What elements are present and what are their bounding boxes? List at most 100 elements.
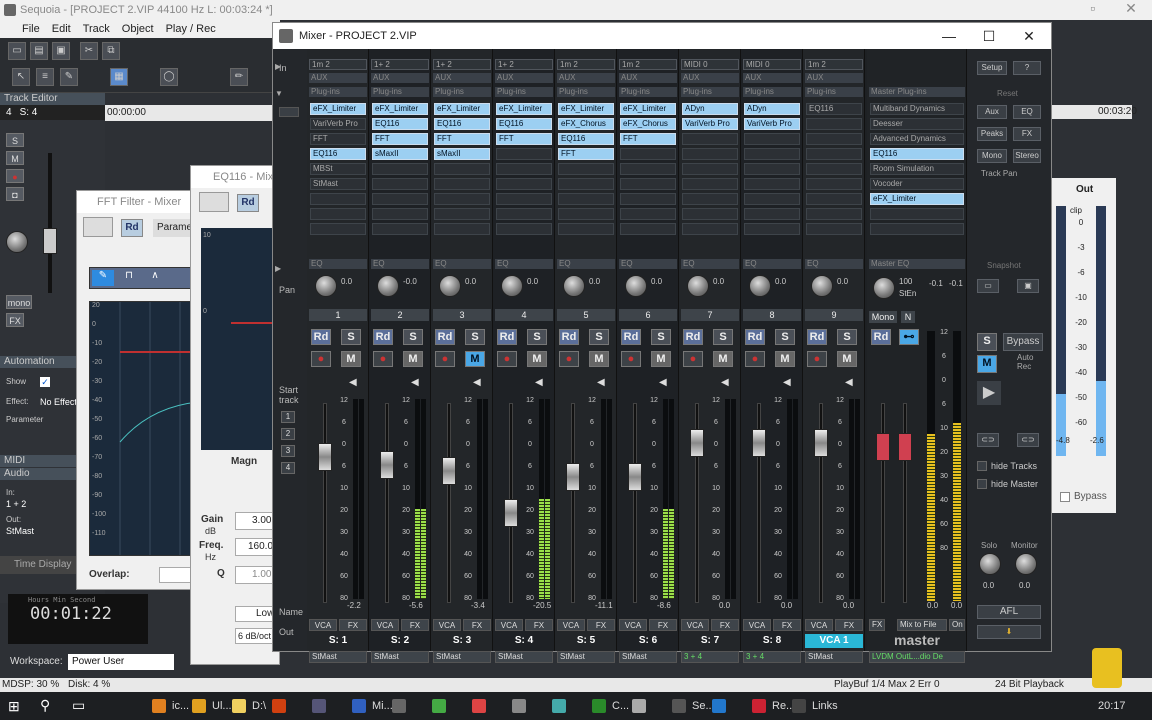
plugin-slot[interactable]	[372, 193, 428, 205]
input-select[interactable]: 1+ 2	[495, 59, 553, 70]
volume-fader[interactable]	[442, 457, 456, 485]
fx-button[interactable]: FX	[463, 619, 491, 631]
plugin-slot[interactable]: eFX_Limiter	[558, 103, 614, 115]
menu-track[interactable]: Track	[83, 20, 110, 38]
vca-button[interactable]: VCA	[309, 619, 337, 631]
aux-row[interactable]: AUX	[309, 73, 367, 83]
zoom-tool-icon[interactable]: ◯	[160, 68, 178, 86]
pan-knob[interactable]	[315, 275, 337, 297]
output-select[interactable]: 3 + 4	[743, 651, 801, 663]
master-n-button[interactable]: N	[901, 311, 915, 323]
track-solo-button[interactable]: S	[6, 133, 24, 147]
app-window-controls[interactable]: ▫ ✕	[1075, 0, 1152, 20]
plugin-slot[interactable]	[806, 133, 862, 145]
input-select[interactable]: MIDI 0	[681, 59, 739, 70]
maximize-icon[interactable]: ☐	[969, 23, 1009, 49]
start-icon[interactable]: ⊞	[8, 698, 24, 714]
plugin-slot[interactable]: FFT	[372, 133, 428, 145]
pointer-tool-icon[interactable]: ↖	[12, 68, 30, 86]
volume-fader[interactable]	[504, 499, 518, 527]
record-arm-button[interactable]: ●	[435, 351, 455, 367]
monitor-speaker-icon[interactable]: ◀	[349, 377, 357, 388]
master-plugin-slot[interactable]: Vocoder	[870, 178, 964, 190]
vca-button[interactable]: VCA	[495, 619, 523, 631]
plugin-slot[interactable]	[496, 223, 552, 235]
eq-button[interactable]: EQ	[1013, 105, 1041, 119]
output-select[interactable]: StMast	[433, 651, 491, 663]
taskbar-item[interactable]: Links	[790, 692, 838, 720]
eq-header[interactable]: EQ	[557, 259, 615, 269]
master-plugin-slot[interactable]	[870, 208, 964, 220]
plugins-header[interactable]: Plug-ins	[557, 87, 615, 97]
setup-button[interactable]: Setup	[977, 61, 1007, 75]
plugins-collapse-icon[interactable]: ▼	[275, 89, 283, 99]
plugin-slot[interactable]	[744, 208, 800, 220]
track-editor-header[interactable]: Track Editor	[0, 93, 105, 105]
input-select[interactable]: 1m 2	[309, 59, 367, 70]
master-output-select[interactable]: LVDM OutL...dio De	[869, 651, 965, 663]
plugin-slot[interactable]: ADyn	[682, 103, 738, 115]
plugin-slot[interactable]	[744, 193, 800, 205]
aux-row[interactable]: AUX	[743, 73, 801, 83]
eq-rd-button[interactable]: Rd	[237, 194, 259, 212]
plugin-slot[interactable]	[744, 133, 800, 145]
read-automation-button[interactable]: Rd	[559, 329, 579, 345]
track-volume-fader[interactable]	[43, 228, 57, 254]
restore-icon[interactable]: ▫	[1090, 0, 1095, 20]
fx-reset-button[interactable]: FX	[1013, 127, 1041, 141]
master-pan-mode[interactable]: StEn	[899, 289, 916, 298]
plugins-header[interactable]: Plug-ins	[805, 87, 863, 97]
plugin-slot[interactable]	[744, 223, 800, 235]
master-plugin-slot[interactable]: Multiband Dynamics	[870, 103, 964, 115]
taskbar-item[interactable]: Se...	[670, 692, 715, 720]
master-fader-right[interactable]	[898, 433, 912, 461]
plugin-slot[interactable]	[620, 163, 676, 175]
vca-button[interactable]: VCA	[743, 619, 771, 631]
plugin-slot[interactable]	[806, 193, 862, 205]
unlink-icon[interactable]: ⊂⊃	[1017, 433, 1039, 447]
plugin-slot[interactable]	[806, 163, 862, 175]
plugin-slot[interactable]	[806, 148, 862, 160]
task-view-icon[interactable]: ▭	[72, 697, 85, 714]
audio-in-value[interactable]: 1 + 2	[6, 499, 26, 509]
plugin-slot[interactable]	[310, 193, 366, 205]
pan-knob[interactable]	[439, 275, 461, 297]
fader-track[interactable]	[385, 403, 389, 603]
vca-button[interactable]: VCA	[433, 619, 461, 631]
taskbar-item[interactable]: Ul...	[190, 692, 232, 720]
plugin-slot[interactable]: eFX_Limiter	[372, 103, 428, 115]
taskbar-item[interactable]	[470, 692, 492, 720]
aux-row[interactable]: AUX	[619, 73, 677, 83]
pan-knob[interactable]	[687, 275, 709, 297]
read-automation-button[interactable]: Rd	[683, 329, 703, 345]
track-mute-button[interactable]: M	[6, 151, 24, 165]
taskbar-item[interactable]	[390, 692, 412, 720]
solo-master-button[interactable]: S	[977, 333, 997, 351]
output-select[interactable]: StMast	[805, 651, 863, 663]
hide-master-checkbox[interactable]	[977, 479, 987, 489]
master-plugin-slot[interactable]: Deesser	[870, 118, 964, 130]
pan-knob[interactable]	[625, 275, 647, 297]
mix-to-file-button[interactable]: Mix to File	[897, 619, 947, 631]
timeline-ruler[interactable]: 00:00:00	[105, 105, 280, 121]
plugin-slot[interactable]: EQ116	[806, 103, 862, 115]
aux-row[interactable]: AUX	[495, 73, 553, 83]
mute-button[interactable]: M	[713, 351, 733, 367]
stereo-button[interactable]: Stereo	[1013, 149, 1041, 163]
monitor-speaker-icon[interactable]: ◀	[535, 377, 543, 388]
volume-fader[interactable]	[814, 429, 828, 457]
input-select[interactable]: 1+ 2	[371, 59, 429, 70]
edit-tool-icon[interactable]: ▦	[110, 68, 128, 86]
afl-output-select[interactable]: ⬇	[977, 625, 1041, 639]
aux-row[interactable]: AUX	[433, 73, 491, 83]
channel-name[interactable]: S: 6	[619, 634, 677, 648]
plugin-slot[interactable]	[620, 223, 676, 235]
mute-master-button[interactable]: M	[977, 355, 997, 373]
plugin-slot[interactable]	[558, 193, 614, 205]
fx-button[interactable]: FX	[711, 619, 739, 631]
eq-header[interactable]: EQ	[681, 259, 739, 269]
channel-name[interactable]: S: 1	[309, 634, 367, 648]
menu-play-rec[interactable]: Play / Rec	[166, 20, 216, 38]
close-icon[interactable]: ✕	[1125, 0, 1137, 20]
close-icon[interactable]: ✕	[1009, 23, 1049, 49]
